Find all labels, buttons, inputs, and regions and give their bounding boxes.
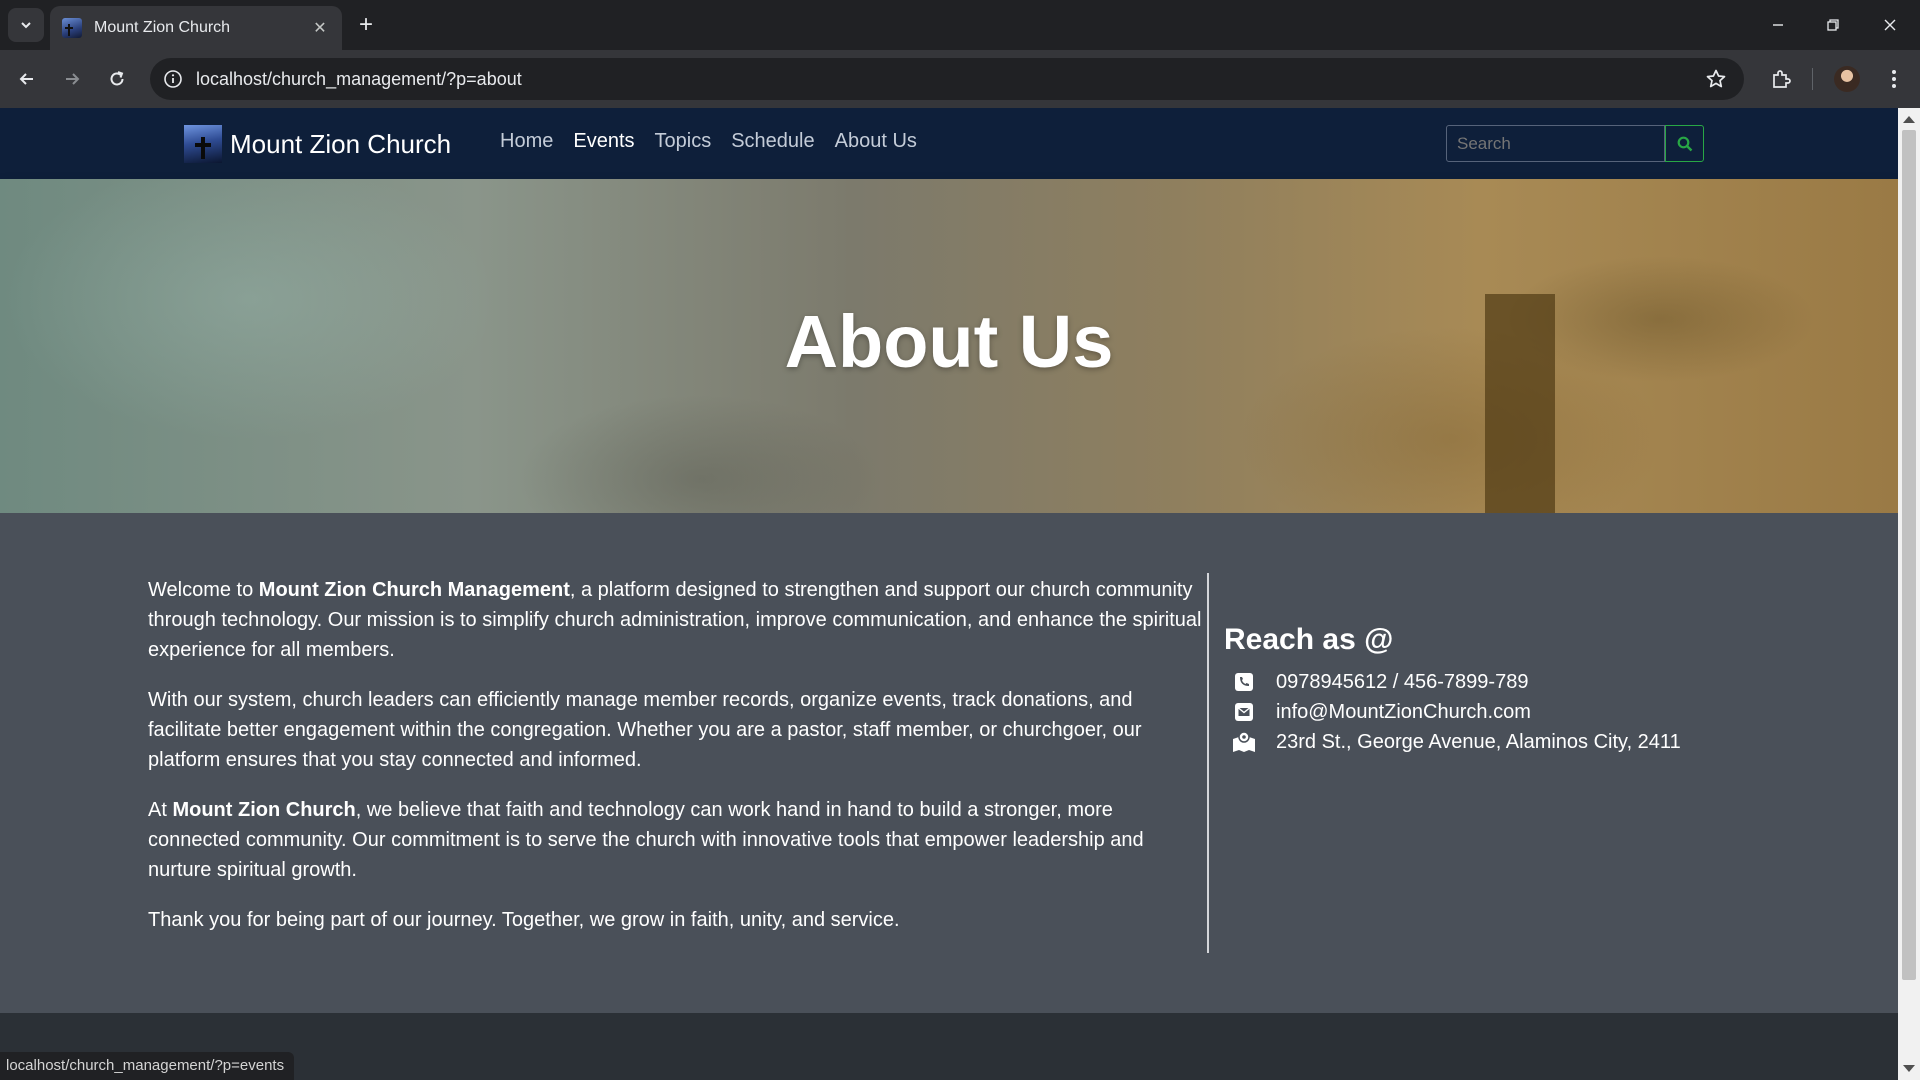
brand-name: Mount Zion Church [230,128,452,159]
site-navbar: Mount Zion Church Home Events Topics Sch… [0,108,1898,179]
browser-toolbar: localhost/church_management/?p=about [0,50,1920,108]
church-logo-icon [184,125,222,163]
about-paragraph-4: Thank you for being part of our journey.… [148,909,900,931]
about-paragraph-1: Welcome to Mount Zion Church Management,… [148,579,1202,661]
minimize-button[interactable] [1760,10,1796,40]
minimize-icon [1773,24,1783,26]
contact-info: Reach as @ 0978945612 / 456-7899-789 inf… [1224,623,1724,757]
about-text: Welcome to Mount Zion Church Management,… [148,575,1206,955]
arrow-left-icon [19,73,33,85]
nav-link-home[interactable]: Home [500,130,553,153]
contact-phone: 0978945612 / 456-7899-789 [1224,667,1724,697]
page-viewport: Mount Zion Church Home Events Topics Sch… [0,108,1898,1080]
scroll-up-arrow-icon[interactable] [1903,116,1915,123]
bookmark-star-icon[interactable] [1702,65,1730,93]
tab-title: Mount Zion Church [94,19,231,36]
page-scrollbar[interactable] [1898,108,1920,1080]
address-bar[interactable]: localhost/church_management/?p=about [150,58,1744,100]
nav-link-events[interactable]: Events [573,130,634,153]
map-marked-icon [1232,731,1256,753]
about-paragraph-3: At Mount Zion Church, we believe that fa… [148,799,1144,881]
about-section: Welcome to Mount Zion Church Management,… [0,513,1898,1080]
arrow-right-icon [66,73,80,85]
browser-tab-active[interactable]: Mount Zion Church ✕ [50,6,342,50]
profile-avatar[interactable] [1834,66,1860,92]
toolbar-separator [1812,68,1813,90]
reload-icon [110,71,124,86]
close-icon [1884,19,1896,31]
contact-email: info@MountZionChurch.com [1224,697,1724,727]
search-input[interactable] [1446,125,1665,162]
restore-button[interactable] [1815,10,1851,40]
forward-button[interactable] [57,64,87,94]
link-status-bubble: localhost/church_management/?p=events [0,1052,295,1080]
about-paragraph-2: With our system, church leaders can effi… [148,689,1142,771]
puzzle-icon [1773,70,1791,88]
close-window-button[interactable] [1872,10,1908,40]
back-button[interactable] [12,64,42,94]
contact-title: Reach as @ [1224,623,1394,656]
nav-link-about[interactable]: About Us [835,130,917,153]
site-search [1446,125,1704,162]
scrollbar-thumb[interactable] [1902,130,1916,980]
envelope-square-icon [1232,701,1256,723]
restore-icon [1827,19,1839,31]
search-icon [1677,136,1692,151]
extensions-button[interactable] [1766,64,1796,94]
phone-square-icon [1232,671,1256,693]
close-tab-icon[interactable]: ✕ [310,18,330,38]
email-text: info@MountZionChurch.com [1276,700,1531,723]
chevron-down-icon [21,22,31,29]
scroll-down-arrow-icon[interactable] [1903,1065,1915,1072]
nav-menu: Home Events Topics Schedule About Us [500,130,917,153]
url-text[interactable]: localhost/church_management/?p=about [196,69,1702,90]
hero-banner: About Us [0,179,1898,513]
browser-tab-bar: Mount Zion Church ✕ + [0,0,1920,50]
new-tab-button[interactable]: + [352,12,380,40]
search-button[interactable] [1665,125,1704,162]
nav-link-schedule[interactable]: Schedule [731,130,814,153]
page-title: About Us [784,300,1114,383]
phone-text: 0978945612 / 456-7899-789 [1276,670,1529,693]
favicon-icon [62,18,82,38]
nav-link-topics[interactable]: Topics [655,130,712,153]
more-vert-icon [1892,70,1896,88]
address-text: 23rd St., George Avenue, Alaminos City, … [1276,730,1681,753]
contact-address: 23rd St., George Avenue, Alaminos City, … [1224,727,1724,757]
browser-menu-button[interactable] [1879,64,1909,94]
site-info-icon[interactable] [162,68,184,90]
brand-link[interactable]: Mount Zion Church [184,125,451,163]
reload-button[interactable] [102,64,132,94]
column-divider [1207,573,1209,953]
tab-search-button[interactable] [8,8,44,42]
